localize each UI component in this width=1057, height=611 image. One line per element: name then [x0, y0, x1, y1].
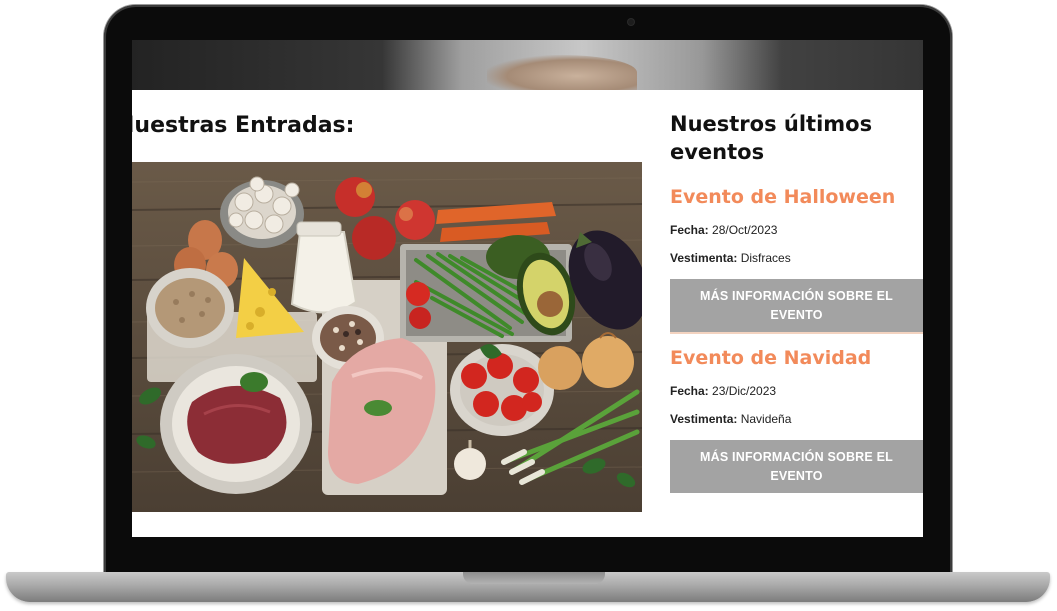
event-date-value: 28/Oct/2023	[712, 223, 778, 237]
events-title: Nuestros últimos eventos	[670, 112, 873, 164]
laptop-base	[6, 572, 1050, 602]
event-date-label: Fecha:	[670, 384, 709, 398]
event-date-label: Fecha:	[670, 223, 709, 237]
event-title[interactable]: Evento de Navidad	[670, 346, 923, 370]
section-title: Nuestras Entradas:	[132, 113, 355, 138]
event-dress-label: Vestimenta:	[670, 251, 738, 265]
event-dress-label: Vestimenta:	[670, 412, 738, 426]
event-card: Evento de Navidad Fecha: 23/Dic/2023 Ves…	[670, 346, 923, 493]
events-sidebar: Nuestros últimos eventos Evento de Hallo…	[670, 110, 923, 493]
hero-banner-image	[132, 40, 923, 90]
more-info-button[interactable]: MÁS INFORMACIÓN SOBRE EL EVENTO	[670, 279, 923, 332]
food-ingredients-image	[132, 162, 642, 512]
event-dress-value: Navideña	[740, 412, 792, 426]
more-info-button[interactable]: MÁS INFORMACIÓN SOBRE EL EVENTO	[670, 440, 923, 493]
event-dress: Vestimenta: Navideña	[670, 412, 923, 426]
event-dress-value: Disfraces	[740, 251, 791, 265]
event-date: Fecha: 28/Oct/2023	[670, 223, 923, 237]
webcam-icon	[628, 19, 634, 25]
event-dress: Vestimenta: Disfraces	[670, 251, 923, 265]
event-card: Evento de Halloween Fecha: 28/Oct/2023 V…	[670, 185, 923, 334]
divider	[670, 332, 923, 334]
event-date-value: 23/Dic/2023	[712, 384, 777, 398]
event-date: Fecha: 23/Dic/2023	[670, 384, 923, 398]
laptop-notch	[463, 572, 605, 584]
laptop-screen: Nuestras Entradas: Nuestros últimos even…	[132, 40, 923, 537]
event-title[interactable]: Evento de Halloween	[670, 185, 923, 209]
